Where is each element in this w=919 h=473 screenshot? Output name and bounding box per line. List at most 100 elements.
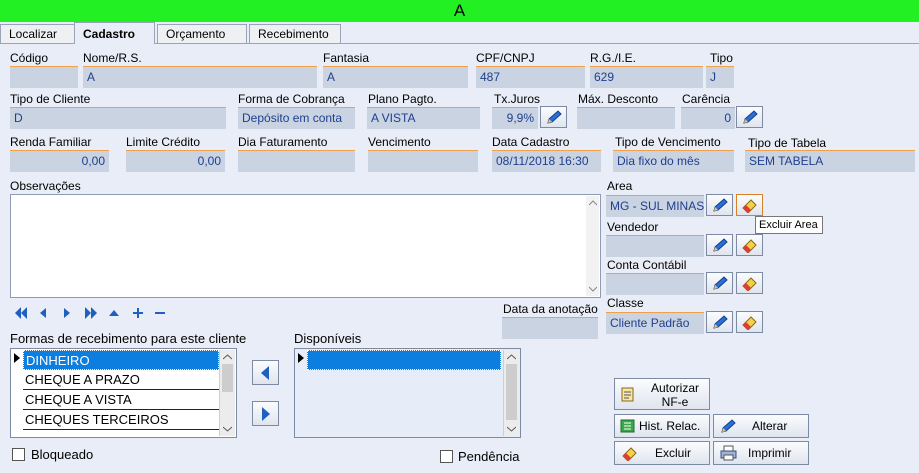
edit-conta-button[interactable]	[706, 272, 733, 294]
data-cadastro-label: Data Cadastro	[492, 135, 570, 149]
move-up-icon[interactable]	[108, 306, 120, 320]
edit-area-button[interactable]	[706, 194, 733, 216]
data-cadastro-field[interactable]: 08/11/2018 16:30	[492, 150, 601, 172]
edit-classe-button[interactable]	[706, 311, 733, 333]
fantasia-field[interactable]: A	[323, 66, 468, 88]
tx-juros-label: Tx.Juros	[494, 92, 541, 106]
data-anotacao-label: Data da anotação	[503, 302, 598, 316]
imprimir-button[interactable]: Imprimir	[713, 441, 809, 465]
disponiveis-list[interactable]	[294, 348, 521, 438]
current-row-arrow-icon	[14, 353, 20, 363]
list-item[interactable]: CHEQUE A PRAZO	[23, 370, 219, 390]
pendencia-label: Pendência	[458, 449, 520, 464]
forma-cobranca-field[interactable]: Depósito em conta	[238, 107, 355, 129]
data-anotacao-field[interactable]	[502, 317, 598, 339]
scroll-thumb[interactable]	[506, 364, 517, 420]
plano-pagto-label: Plano Pagto.	[368, 92, 437, 106]
prior-record-icon[interactable]	[38, 306, 48, 320]
codigo-field[interactable]	[10, 66, 78, 88]
rg-field[interactable]: 629	[590, 66, 703, 88]
pencil-icon	[547, 110, 562, 124]
max-desconto-field[interactable]	[577, 107, 675, 129]
bloqueado-checkbox[interactable]	[12, 448, 25, 461]
tipo-vencimento-label: Tipo de Vencimento	[615, 135, 721, 149]
formas-scrollbar[interactable]	[219, 350, 235, 436]
clear-area-button[interactable]	[736, 194, 763, 216]
tx-juros-field[interactable]: 9,9%	[492, 107, 538, 129]
clear-conta-button[interactable]	[736, 272, 763, 294]
list-item[interactable]: CHEQUE A VISTA	[23, 390, 219, 410]
clear-classe-button[interactable]	[736, 311, 763, 333]
record-navigator	[14, 306, 169, 320]
autorizar-nfe-label: Autorizar NF-e	[650, 381, 700, 409]
fantasia-label: Fantasia	[323, 51, 370, 65]
pencil-icon	[721, 419, 736, 433]
scroll-down-icon	[223, 426, 232, 432]
area-field[interactable]: MG - SUL MINAS	[606, 195, 704, 217]
codigo-label: Código	[10, 51, 49, 65]
list-item[interactable]	[307, 350, 501, 370]
edit-juros-button[interactable]	[540, 106, 567, 128]
hist-relac-label: Hist. Relac.	[639, 419, 701, 433]
tipo-tabela-field[interactable]: SEM TABELA	[745, 150, 915, 172]
tab-recebimento[interactable]: Recebimento	[249, 24, 341, 44]
history-icon	[620, 419, 635, 433]
limite-credito-label: Limite Crédito	[126, 135, 201, 149]
max-desconto-label: Máx. Desconto	[578, 92, 659, 106]
vencimento-field[interactable]	[368, 150, 478, 172]
arrow-right-icon	[262, 407, 270, 421]
move-right-button[interactable]	[252, 401, 279, 426]
first-record-icon[interactable]	[14, 306, 28, 320]
tipo-vencimento-field[interactable]: Dia fixo do mês	[613, 150, 734, 172]
autorizar-nfe-button[interactable]: Autorizar NF-e	[614, 378, 710, 410]
formas-list[interactable]: DINHEIRO CHEQUE A PRAZO CHEQUE A VISTA C…	[10, 348, 237, 438]
observacoes-scrollbar[interactable]	[586, 196, 599, 296]
observacoes-memo[interactable]	[10, 194, 601, 298]
delete-record-icon[interactable]	[154, 306, 166, 320]
last-record-icon[interactable]	[84, 306, 98, 320]
tab-orcamento[interactable]: Orçamento	[157, 24, 247, 44]
dia-faturamento-label: Dia Faturamento	[238, 135, 328, 149]
pencil-icon	[743, 110, 758, 124]
carencia-label: Carência	[682, 92, 731, 106]
plano-pagto-field[interactable]: A VISTA	[367, 107, 480, 129]
scroll-thumb[interactable]	[222, 364, 233, 392]
tab-cadastro[interactable]: Cadastro	[74, 22, 155, 44]
cpf-field[interactable]: 487	[476, 66, 585, 88]
eraser-icon	[742, 199, 757, 213]
vendedor-field[interactable]	[606, 235, 704, 257]
list-item[interactable]: CHEQUES TERCEIROS	[23, 410, 219, 430]
conta-contabil-field[interactable]	[606, 273, 704, 295]
excluir-label: Excluir	[655, 446, 692, 460]
bloqueado-label: Bloqueado	[31, 447, 94, 462]
tab-strip: Localizar Cadastro Orçamento Recebimento	[0, 22, 919, 44]
move-left-button[interactable]	[252, 360, 279, 385]
tipo-field[interactable]: J	[706, 66, 734, 88]
classe-field[interactable]: Cliente Padrão	[606, 312, 704, 334]
alterar-button[interactable]: Alterar	[713, 414, 809, 438]
renda-familiar-field[interactable]: 0,00	[10, 150, 109, 172]
dia-faturamento-field[interactable]	[238, 150, 355, 172]
pendencia-checkbox[interactable]	[440, 450, 453, 463]
edit-vendedor-button[interactable]	[706, 234, 733, 256]
nome-field[interactable]: A	[83, 66, 317, 88]
rg-label: R.G./I.E.	[590, 51, 637, 65]
disponiveis-scrollbar[interactable]	[503, 350, 519, 436]
next-record-icon[interactable]	[62, 306, 72, 320]
scroll-down-icon	[507, 426, 516, 432]
hist-relac-button[interactable]: Hist. Relac.	[614, 414, 710, 438]
tipo-label: Tipo	[710, 51, 733, 65]
printer-icon	[720, 445, 737, 461]
edit-carencia-button[interactable]	[736, 106, 763, 128]
clear-vendedor-button[interactable]	[736, 234, 763, 256]
limite-credito-field[interactable]: 0,00	[126, 150, 225, 172]
tab-localizar[interactable]: Localizar	[0, 24, 75, 44]
excluir-button[interactable]: Excluir	[614, 441, 710, 465]
observacoes-label: Observações	[10, 179, 81, 193]
list-item[interactable]: DINHEIRO	[23, 350, 219, 370]
current-row-arrow-icon	[298, 353, 304, 363]
carencia-field[interactable]: 0	[681, 107, 735, 129]
tipo-cliente-field[interactable]: D	[10, 107, 226, 129]
add-record-icon[interactable]	[132, 306, 144, 320]
pencil-icon	[713, 198, 728, 212]
